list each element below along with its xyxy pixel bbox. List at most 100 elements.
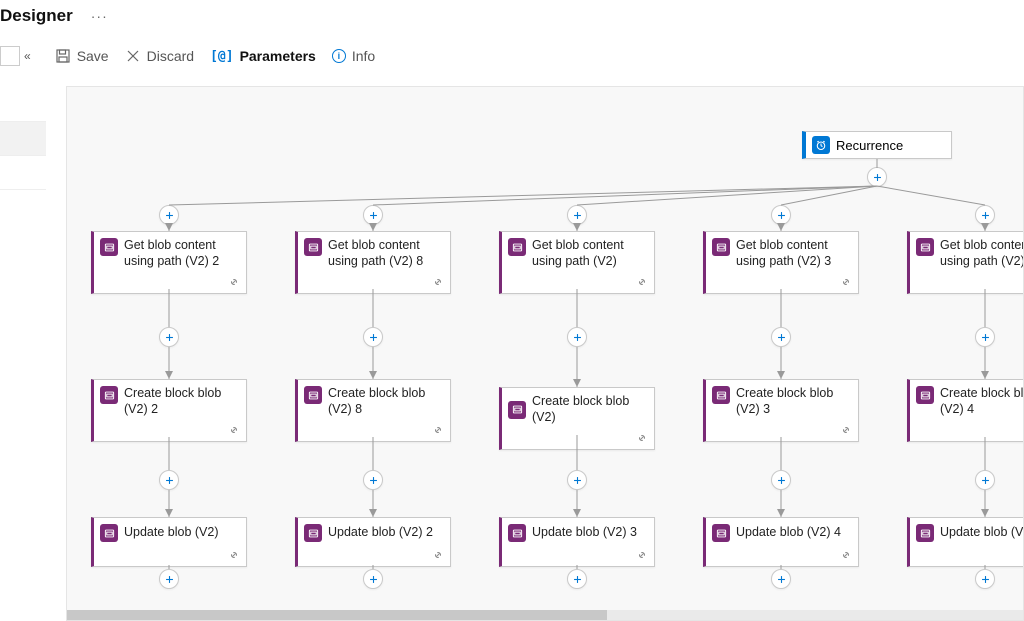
save-icon bbox=[55, 48, 71, 64]
add-step-button[interactable] bbox=[975, 569, 995, 589]
step-label: Update blob (V2) 4 bbox=[736, 525, 841, 541]
left-rail-item[interactable] bbox=[0, 88, 46, 122]
step-card[interactable]: Update blob (V2) 4 bbox=[703, 517, 859, 567]
page-title: Designer bbox=[0, 6, 73, 26]
add-step-button[interactable] bbox=[363, 205, 383, 225]
discard-button[interactable]: Discard bbox=[125, 48, 194, 64]
designer-canvas[interactable]: Recurrence Get blob content using path (V… bbox=[66, 86, 1024, 621]
blob-storage-icon bbox=[916, 386, 934, 404]
add-step-button[interactable] bbox=[567, 327, 587, 347]
save-button[interactable]: Save bbox=[55, 48, 109, 64]
info-icon: i bbox=[332, 49, 346, 63]
save-label: Save bbox=[77, 48, 109, 64]
blob-storage-icon bbox=[508, 401, 526, 419]
link-icon bbox=[228, 423, 240, 441]
step-label: Create block blob (V2) 2 bbox=[124, 386, 240, 417]
link-icon bbox=[228, 548, 240, 566]
discard-icon bbox=[125, 48, 141, 64]
step-label: Create block blob (V2) bbox=[532, 394, 648, 425]
link-icon bbox=[840, 275, 852, 293]
step-label: Update blob (V2) 3 bbox=[532, 525, 637, 541]
step-label: Create block blob (V2) 4 bbox=[940, 386, 1024, 417]
step-card[interactable]: Create block blob (V2) 2 bbox=[91, 379, 247, 442]
blob-storage-icon bbox=[304, 386, 322, 404]
step-label: Update blob (V2 bbox=[940, 525, 1024, 541]
step-label: Get blob content using path (V2) bbox=[532, 238, 648, 269]
link-icon bbox=[228, 275, 240, 293]
add-step-button[interactable] bbox=[363, 569, 383, 589]
clock-icon bbox=[812, 136, 830, 154]
trigger-recurrence[interactable]: Recurrence bbox=[802, 131, 952, 159]
step-label: Create block blob (V2) 8 bbox=[328, 386, 444, 417]
add-step-button[interactable] bbox=[159, 205, 179, 225]
step-label: Get blob content using path (V2) 8 bbox=[328, 238, 444, 269]
step-card[interactable]: Update blob (V2) bbox=[91, 517, 247, 567]
add-step-button[interactable] bbox=[567, 470, 587, 490]
link-icon bbox=[636, 548, 648, 566]
blob-storage-icon bbox=[304, 524, 322, 542]
add-step-button[interactable] bbox=[363, 470, 383, 490]
add-step-button[interactable] bbox=[159, 569, 179, 589]
blob-storage-icon bbox=[100, 524, 118, 542]
step-label: Create block blob (V2) 3 bbox=[736, 386, 852, 417]
info-label: Info bbox=[352, 48, 375, 64]
step-label: Get blob content using path (V2) 3 bbox=[736, 238, 852, 269]
step-card[interactable]: Update blob (V2 bbox=[907, 517, 1024, 567]
step-card[interactable]: Create block blob (V2) 4 bbox=[907, 379, 1024, 442]
scrollbar-thumb[interactable] bbox=[67, 610, 607, 620]
step-card[interactable]: Get blob content using path (V2) 4 bbox=[907, 231, 1024, 294]
step-card[interactable]: Get blob content using path (V2) 2 bbox=[91, 231, 247, 294]
link-icon bbox=[432, 275, 444, 293]
step-card[interactable]: Get blob content using path (V2) 8 bbox=[295, 231, 451, 294]
blob-storage-icon bbox=[712, 524, 730, 542]
step-label: Update blob (V2) bbox=[124, 525, 219, 541]
info-button[interactable]: i Info bbox=[332, 48, 375, 64]
step-card[interactable]: Create block blob (V2) 3 bbox=[703, 379, 859, 442]
add-step-button[interactable] bbox=[363, 327, 383, 347]
blob-storage-icon bbox=[100, 238, 118, 256]
step-card[interactable]: Get blob content using path (V2) 3 bbox=[703, 231, 859, 294]
add-step-button[interactable] bbox=[975, 470, 995, 490]
trigger-label: Recurrence bbox=[836, 138, 903, 153]
add-step-button[interactable] bbox=[771, 327, 791, 347]
step-card[interactable]: Create block blob (V2) bbox=[499, 387, 655, 450]
blob-storage-icon bbox=[508, 238, 526, 256]
horizontal-scrollbar[interactable] bbox=[67, 610, 1023, 620]
add-step-button[interactable] bbox=[567, 569, 587, 589]
blob-storage-icon bbox=[916, 238, 934, 256]
add-step-button[interactable] bbox=[159, 470, 179, 490]
collapse-pane-toggle[interactable] bbox=[0, 46, 20, 66]
add-step-button[interactable] bbox=[867, 167, 887, 187]
step-label: Get blob content using path (V2) 2 bbox=[124, 238, 240, 269]
toolbar: « Save Discard [@] Parameters i Info bbox=[0, 36, 1024, 78]
link-icon bbox=[636, 431, 648, 449]
blob-storage-icon bbox=[916, 524, 934, 542]
step-card[interactable]: Update blob (V2) 3 bbox=[499, 517, 655, 567]
add-step-button[interactable] bbox=[159, 327, 179, 347]
step-label: Update blob (V2) 2 bbox=[328, 525, 433, 541]
add-step-button[interactable] bbox=[771, 470, 791, 490]
link-icon bbox=[840, 548, 852, 566]
step-card[interactable]: Create block blob (V2) 8 bbox=[295, 379, 451, 442]
discard-label: Discard bbox=[147, 48, 194, 64]
collapse-caret-icon: « bbox=[24, 49, 31, 63]
add-step-button[interactable] bbox=[975, 205, 995, 225]
left-rail-item[interactable] bbox=[0, 122, 46, 156]
blob-storage-icon bbox=[712, 386, 730, 404]
blob-storage-icon bbox=[508, 524, 526, 542]
parameters-button[interactable]: [@] Parameters bbox=[210, 48, 316, 64]
step-card[interactable]: Get blob content using path (V2) bbox=[499, 231, 655, 294]
parameters-label: Parameters bbox=[240, 48, 316, 64]
blob-storage-icon bbox=[100, 386, 118, 404]
blob-storage-icon bbox=[712, 238, 730, 256]
step-card[interactable]: Update blob (V2) 2 bbox=[295, 517, 451, 567]
add-step-button[interactable] bbox=[771, 205, 791, 225]
add-step-button[interactable] bbox=[771, 569, 791, 589]
add-step-button[interactable] bbox=[975, 327, 995, 347]
add-step-button[interactable] bbox=[567, 205, 587, 225]
more-menu[interactable]: ··· bbox=[91, 8, 108, 24]
link-icon bbox=[432, 548, 444, 566]
left-rail-item[interactable] bbox=[0, 156, 46, 190]
step-label: Get blob content using path (V2) 4 bbox=[940, 238, 1024, 269]
left-rail bbox=[0, 88, 46, 190]
